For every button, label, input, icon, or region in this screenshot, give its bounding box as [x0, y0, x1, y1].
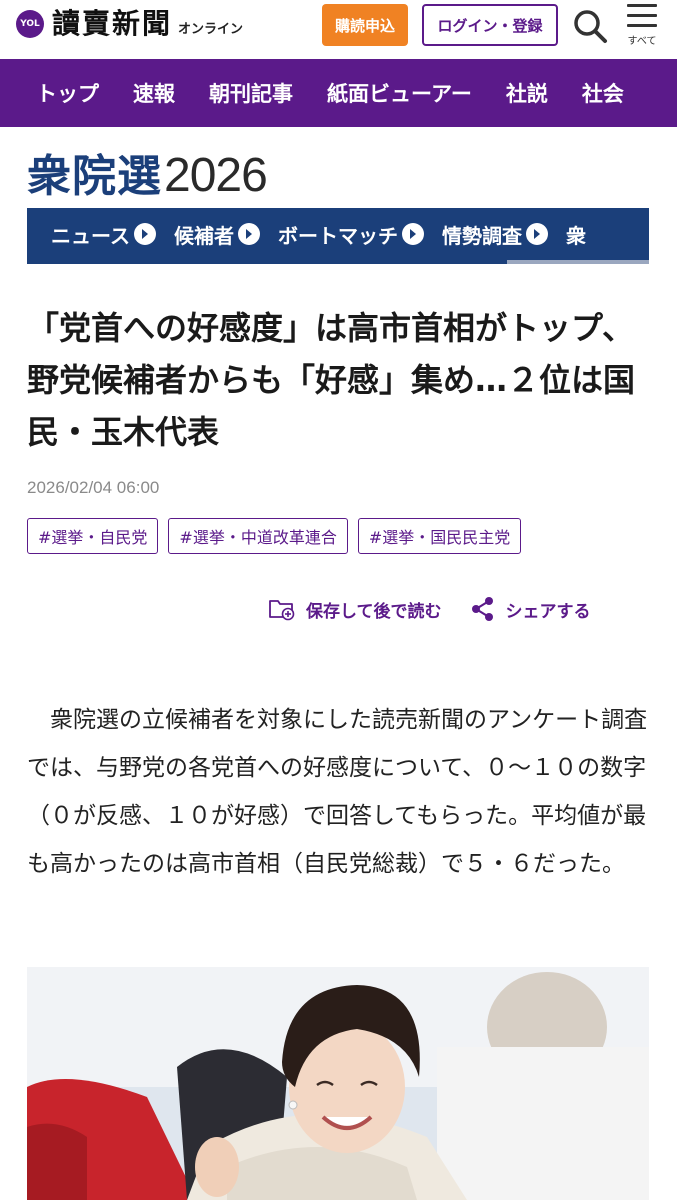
logo-title: 讀賣新聞: [52, 7, 173, 40]
tag-dpfp[interactable]: #選挙・国民民主党: [357, 518, 522, 554]
nav-item-morning-edition[interactable]: 朝刊記事: [209, 78, 293, 108]
hamburger-icon: [627, 4, 657, 34]
chevron-right-icon: [402, 223, 424, 245]
article-photo: [27, 967, 649, 1200]
article-body: 衆院選の立候補者を対象にした読売新聞のアンケート調査では、与野党の各党首への好感…: [27, 707, 648, 877]
election-tab-survey[interactable]: 情勢調査: [442, 220, 548, 249]
election-nav-scrollbar[interactable]: [27, 260, 649, 264]
search-button[interactable]: [570, 6, 610, 46]
article-headline: 「党首への好感度」は高市首相がトップ、野党候補者からも「好感」集め…２位は国民・…: [27, 309, 636, 451]
election-tab-candidates[interactable]: 候補者: [174, 220, 260, 249]
site-header: YOL 讀賣新聞 オンライン 購読申込 ログイン・登録 すべて: [0, 0, 677, 58]
folder-add-icon: [269, 600, 295, 621]
nav-item-top[interactable]: トップ: [36, 78, 99, 108]
chevron-right-icon: [238, 223, 260, 245]
election-tab-label: ニュース: [51, 223, 130, 248]
menu-label: すべて: [627, 36, 657, 47]
share-label: シェアする: [505, 601, 591, 622]
election-title-jp: 衆院選: [27, 151, 162, 202]
logo-mark: YOL: [16, 10, 44, 38]
scrollbar-thumb[interactable]: [27, 260, 507, 264]
subscribe-button[interactable]: 購読申込: [322, 4, 408, 46]
election-tab-news[interactable]: ニュース: [51, 220, 156, 249]
all-menu-button[interactable]: すべて: [620, 0, 664, 52]
election-banner-title[interactable]: 衆院選 2026: [27, 140, 268, 202]
chevron-right-icon: [134, 223, 156, 245]
nav-item-society[interactable]: 社会: [582, 78, 624, 108]
login-register-button[interactable]: ログイン・登録: [422, 4, 558, 46]
search-icon: [574, 10, 607, 43]
site-logo[interactable]: YOL 讀賣新聞 オンライン: [16, 8, 243, 40]
nav-item-editorial[interactable]: 社説: [506, 78, 548, 108]
logo-subtitle: オンライン: [178, 21, 244, 37]
election-title-year: 2026: [164, 149, 268, 202]
election-nav: ニュース 候補者 ボートマッチ 情勢調査 衆: [27, 208, 649, 264]
article-tags: #選挙・自民党 #選挙・中道改革連合 #選挙・国民民主党: [27, 518, 531, 554]
share-icon: [471, 597, 493, 621]
chevron-right-icon: [526, 223, 548, 245]
main-nav: トップ 速報 朝刊記事 紙面ビューアー 社説 社会: [0, 59, 677, 127]
save-for-later-button[interactable]: 保存して後で読む: [268, 597, 442, 622]
save-label: 保存して後で読む: [306, 601, 442, 622]
election-tab-label: 候補者: [174, 223, 234, 248]
election-tab-label: 衆: [566, 223, 586, 248]
election-tab-label: 情勢調査: [442, 223, 522, 248]
tag-chudo-kaikaku[interactable]: #選挙・中道改革連合: [168, 518, 348, 554]
nav-item-paper-viewer[interactable]: 紙面ビューアー: [327, 78, 472, 108]
article-actions: 保存して後で読む シェアする: [268, 596, 591, 622]
election-tab-vote-match[interactable]: ボートマッチ: [278, 220, 424, 249]
nav-item-breaking[interactable]: 速報: [133, 78, 175, 108]
election-tab-more[interactable]: 衆: [566, 220, 586, 249]
share-button[interactable]: シェアする: [470, 596, 591, 622]
election-tab-label: ボートマッチ: [278, 223, 398, 248]
article-date: 2026/02/04 06:00: [27, 478, 160, 497]
tag-ldp[interactable]: #選挙・自民党: [27, 518, 159, 554]
